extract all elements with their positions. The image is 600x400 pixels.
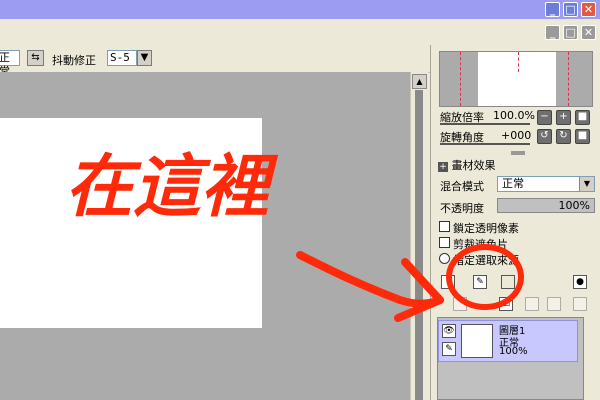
transfer-down-icon[interactable]	[453, 297, 467, 311]
new-layer-icon[interactable]	[441, 275, 455, 289]
chevron-down-icon[interactable]: ▼	[137, 50, 152, 66]
clipping-checkbox[interactable]	[439, 237, 450, 248]
scroll-up-icon[interactable]: ▲	[412, 74, 427, 89]
lock-alpha-label: 鎖定透明像素	[453, 222, 519, 235]
navigator-guide	[518, 52, 519, 72]
stabilizer-select[interactable]: S-5	[107, 50, 137, 66]
vertical-scrollbar[interactable]: ▲	[410, 72, 428, 400]
swap-icon[interactable]: ⇆	[27, 50, 44, 66]
blend-mode-label: 混合模式	[440, 180, 484, 193]
doc-restore-button[interactable]: □	[563, 25, 578, 40]
pen-icon[interactable]: ✎	[442, 342, 456, 356]
zoom-out-icon[interactable]: −	[537, 110, 552, 125]
rotate-reset-icon[interactable]: ■	[575, 129, 590, 144]
layer-mask-icon[interactable]: ●	[573, 275, 587, 289]
new-linework-layer-icon[interactable]: ✎	[473, 275, 487, 289]
merge-visible-icon[interactable]	[573, 297, 587, 311]
selection-source-radio[interactable]	[439, 253, 450, 264]
rotate-right-icon[interactable]: ↻	[556, 129, 571, 144]
maximize-button[interactable]: □	[563, 2, 578, 17]
blend-mode-field[interactable]: 正常	[0, 50, 20, 78]
layer-item[interactable]: 👁 ✎ 圖層1 正常 100%	[438, 320, 578, 362]
selection-source-label: 指定選取來源	[453, 254, 519, 267]
tool-options-bar: 正常 ⇆ 抖動修正 S-5 ▼	[0, 45, 430, 78]
close-button[interactable]: ✕	[581, 2, 596, 17]
scroll-thumb[interactable]	[415, 90, 423, 400]
opacity-label: 不透明度	[440, 202, 484, 215]
zoom-slider[interactable]	[440, 123, 530, 125]
zoom-reset-icon[interactable]: ■	[575, 110, 590, 125]
zoom-value: 100.0%	[493, 109, 535, 122]
minimize-button[interactable]: _	[545, 2, 560, 17]
clipping-label: 剪裁遮色片	[453, 238, 508, 251]
stabilizer-label: 抖動修正	[52, 54, 96, 67]
chevron-down-icon[interactable]: ▼	[579, 177, 594, 191]
plus-icon: +	[438, 162, 448, 172]
panel-splitter[interactable]	[511, 151, 525, 155]
doc-minimize-button[interactable]: _	[545, 25, 560, 40]
lock-alpha-checkbox[interactable]	[439, 221, 450, 232]
merge-down-icon[interactable]: ☑	[499, 297, 513, 311]
paper-texture-label: 畫材效果	[451, 159, 496, 172]
doc-close-button[interactable]: ✕	[581, 25, 596, 40]
clear-layer-icon[interactable]	[525, 297, 539, 311]
opacity-value: 100%	[558, 199, 590, 212]
navigator-page	[478, 52, 556, 106]
navigator-guide	[568, 52, 569, 106]
paper-texture-toggle[interactable]: + 畫材效果	[438, 157, 496, 173]
document-bar: _ □ ✕	[0, 19, 600, 45]
eye-icon[interactable]: 👁	[442, 324, 456, 338]
rotate-slider[interactable]	[440, 143, 530, 145]
trash-icon[interactable]	[547, 297, 561, 311]
rotate-left-icon[interactable]: ↺	[537, 129, 552, 144]
canvas-paper[interactable]	[0, 118, 262, 328]
navigator-guide	[460, 52, 461, 106]
layer-opacity: 100%	[499, 346, 528, 357]
zoom-in-icon[interactable]: +	[556, 110, 571, 125]
new-folder-icon[interactable]	[501, 275, 515, 289]
navigator-preview[interactable]	[439, 51, 593, 107]
rotate-value: +000	[501, 129, 532, 142]
layer-thumbnail	[461, 324, 493, 358]
blend-mode-select[interactable]: 正常 ▼	[497, 176, 595, 192]
opacity-slider[interactable]: 100%	[497, 198, 595, 213]
blend-mode-value: 正常	[502, 177, 524, 190]
layer-list-scrollbar[interactable]	[583, 317, 595, 400]
app-title-bar: _ □ ✕	[0, 0, 600, 19]
